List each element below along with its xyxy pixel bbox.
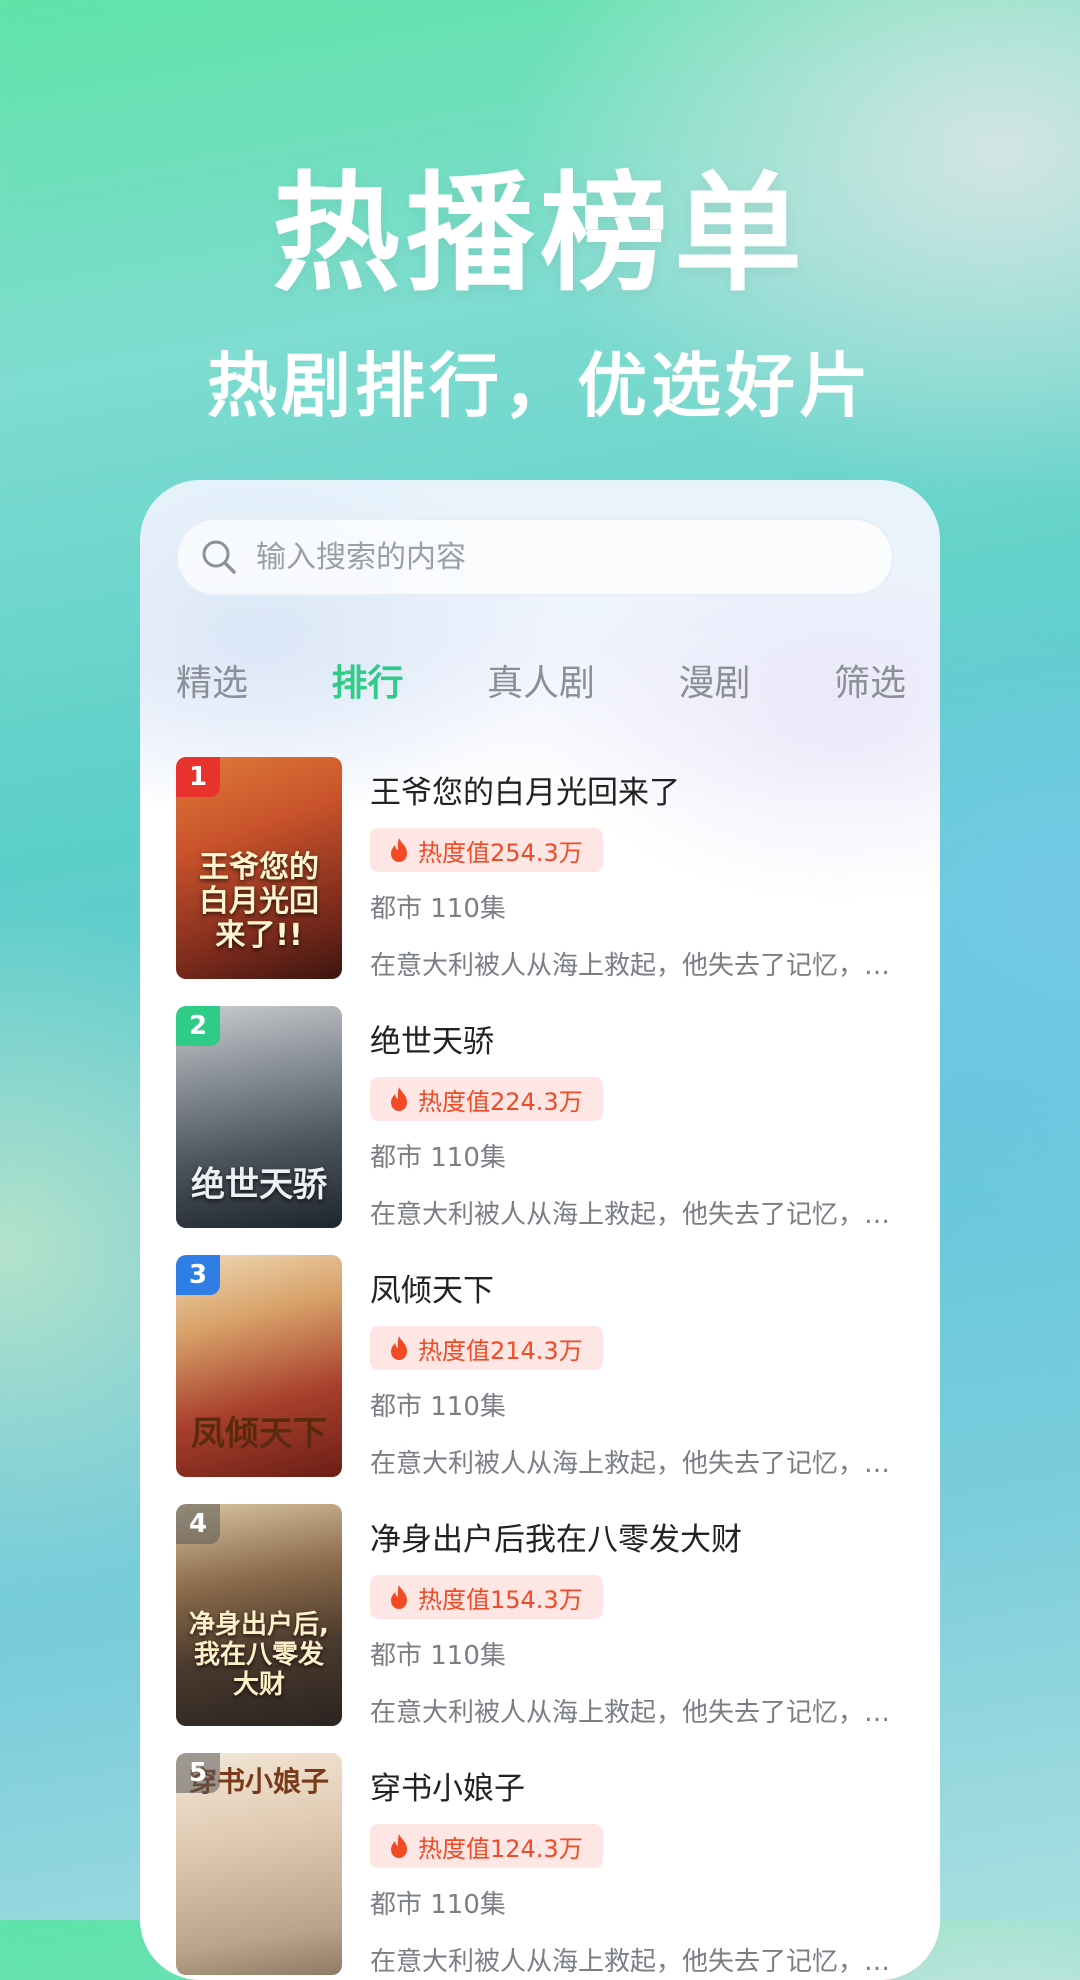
drama-description: 在意大利被人从海上救起，他失去了记忆，被一位好心的渔民收留 [370, 1698, 904, 1728]
fire-icon [388, 1584, 410, 1610]
fire-icon [388, 1335, 410, 1361]
search-bar[interactable] [176, 518, 894, 596]
tab-live-action[interactable]: 真人剧 [487, 654, 595, 706]
rank-badge: 1 [176, 757, 220, 797]
rank-badge: 5 [176, 1753, 220, 1793]
drama-cover[interactable]: 穿书小娘子 5 [176, 1753, 342, 1975]
phone-screen-card: 精选 排行 真人剧 漫剧 筛选 王爷您的白月光回来了!! 1 王爷您的白月光回来… [140, 480, 940, 1980]
cover-title-art: 绝世天骄 [191, 1165, 327, 1205]
drama-description: 在意大利被人从海上救起，他失去了记忆，被一位好心的渔民收留 [370, 951, 904, 981]
drama-meta: 都市 110集 [370, 1890, 506, 1920]
heat-value: 热度值154.3万 [418, 1585, 583, 1614]
tab-animated[interactable]: 漫剧 [678, 654, 750, 706]
drama-meta: 都市 110集 [370, 1392, 506, 1422]
search-input[interactable] [254, 538, 818, 576]
list-item[interactable]: 绝世天骄 2 绝世天骄 热度值224.3万 都市 110集 在意大利被人从海上救… [176, 1006, 916, 1255]
drama-cover[interactable]: 净身出户后,我在八零发大财 4 [176, 1504, 342, 1726]
heat-value: 热度值124.3万 [418, 1834, 583, 1863]
list-item[interactable]: 穿书小娘子 5 穿书小娘子 热度值124.3万 都市 110集 在意大利被人从海… [176, 1753, 916, 1980]
drama-description: 在意大利被人从海上救起，他失去了记忆，被一位好心的渔民收留 [370, 1947, 904, 1977]
heat-badge: 热度值154.3万 [370, 1575, 603, 1619]
heat-badge: 热度值224.3万 [370, 1077, 603, 1121]
drama-title[interactable]: 穿书小娘子 [370, 1763, 910, 1808]
hero-subtitle: 热剧排行，优选好片 [207, 345, 873, 427]
list-item[interactable]: 王爷您的白月光回来了!! 1 王爷您的白月光回来了 热度值254.3万 都市 1… [176, 757, 916, 1006]
cover-title-art: 王爷您的白月光回来了!! [199, 850, 319, 953]
heat-badge: 热度值254.3万 [370, 828, 603, 872]
heat-value: 热度值224.3万 [418, 1087, 583, 1116]
drama-meta: 都市 110集 [370, 894, 506, 924]
drama-meta: 都市 110集 [370, 1143, 506, 1173]
category-tabs: 精选 排行 真人剧 漫剧 筛选 [176, 650, 906, 710]
drama-title[interactable]: 凤倾天下 [370, 1265, 910, 1310]
drama-title[interactable]: 净身出户后我在八零发大财 [370, 1514, 910, 1559]
rank-badge: 2 [176, 1006, 220, 1046]
drama-cover[interactable]: 凤倾天下 3 [176, 1255, 342, 1477]
list-item[interactable]: 净身出户后,我在八零发大财 4 净身出户后我在八零发大财 热度值154.3万 都… [176, 1504, 916, 1753]
drama-description: 在意大利被人从海上救起，他失去了记忆，被一位好心的渔民收留 [370, 1200, 904, 1230]
tab-ranking[interactable]: 排行 [331, 654, 403, 706]
tab-featured[interactable]: 精选 [176, 654, 248, 706]
heat-badge: 热度值214.3万 [370, 1326, 603, 1370]
drama-cover[interactable]: 王爷您的白月光回来了!! 1 [176, 757, 342, 979]
drama-title[interactable]: 王爷您的白月光回来了 [370, 767, 910, 812]
cover-title-art: 净身出户后,我在八零发大财 [189, 1610, 329, 1700]
drama-title[interactable]: 绝世天骄 [370, 1016, 910, 1061]
ranking-list: 王爷您的白月光回来了!! 1 王爷您的白月光回来了 热度值254.3万 都市 1… [176, 757, 916, 1980]
rank-badge: 3 [176, 1255, 220, 1295]
rank-badge: 4 [176, 1504, 220, 1544]
fire-icon [388, 1086, 410, 1112]
drama-cover[interactable]: 绝世天骄 2 [176, 1006, 342, 1228]
list-item[interactable]: 凤倾天下 3 凤倾天下 热度值214.3万 都市 110集 在意大利被人从海上救… [176, 1255, 916, 1504]
fire-icon [388, 837, 410, 863]
tab-filter[interactable]: 筛选 [834, 654, 906, 706]
heat-value: 热度值254.3万 [418, 838, 583, 867]
drama-meta: 都市 110集 [370, 1641, 506, 1671]
hero-title: 热播榜单 [271, 160, 808, 309]
fire-icon [388, 1833, 410, 1859]
heat-value: 热度值214.3万 [418, 1336, 583, 1365]
search-icon [198, 536, 240, 578]
cover-title-art: 凤倾天下 [191, 1414, 327, 1454]
heat-badge: 热度值124.3万 [370, 1824, 603, 1868]
drama-description: 在意大利被人从海上救起，他失去了记忆，被一位好心的渔民收留 [370, 1449, 904, 1479]
